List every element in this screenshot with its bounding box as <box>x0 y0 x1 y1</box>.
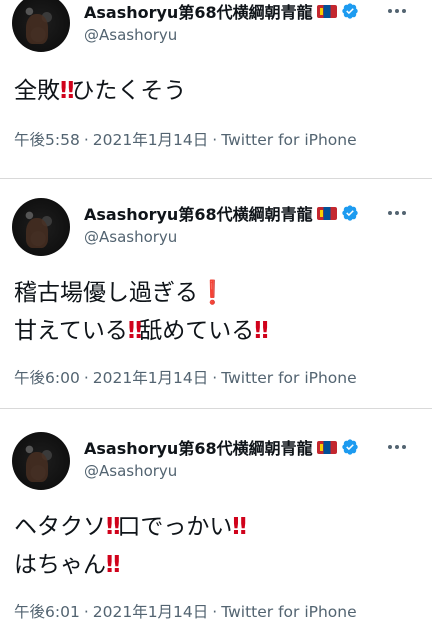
mongolia-flag-icon <box>316 206 337 220</box>
avatar[interactable] <box>12 198 70 256</box>
display-name[interactable]: Asashoryu第68代横綱朝青龍 <box>84 201 313 225</box>
handle[interactable]: @Asashoryu <box>84 26 177 44</box>
tweet-date[interactable]: 2021年1月14日 <box>93 369 209 387</box>
tweet-meta: 午後6:01 · 2021年1月14日 · Twitter for iPhone <box>14 600 357 622</box>
tweet-line: 全敗‼ひたくそう <box>14 72 186 110</box>
meta-separator: · <box>83 603 89 621</box>
tweet-3[interactable]: Asashoryu第68代横綱朝青龍 @Asashoryu ヘタクソ‼口でっかい… <box>0 420 432 621</box>
meta-separator: · <box>212 603 218 621</box>
text-segment: はちゃん <box>14 552 106 578</box>
tweet-line: 稽古場優し過ぎる❗ <box>14 274 266 312</box>
avatar[interactable] <box>12 432 70 490</box>
verified-badge-icon <box>341 439 358 455</box>
tweet-source[interactable]: Twitter for iPhone <box>221 369 356 387</box>
meta-separator: · <box>212 131 218 149</box>
tweet-line: ヘタクソ‼口でっかい‼ <box>14 508 247 546</box>
tweet-line: はちゃん‼ <box>14 546 244 584</box>
more-options-icon[interactable] <box>386 204 408 222</box>
more-options-icon[interactable] <box>386 2 408 20</box>
tweet-time[interactable]: 午後5:58 <box>14 131 80 149</box>
text-segment: ひたくそう <box>71 78 187 104</box>
tweet-meta: 午後5:58 · 2021年1月14日 · Twitter for iPhone <box>14 128 357 150</box>
meta-separator: · <box>83 369 89 387</box>
double-exclamation-icon: ‼ <box>60 78 75 104</box>
double-exclamation-icon: ‼ <box>254 318 269 344</box>
exclamation-icon: ❗ <box>198 280 227 306</box>
author-row: Asashoryu第68代横綱朝青龍 <box>84 0 359 22</box>
display-name[interactable]: Asashoryu第68代横綱朝青龍 <box>84 435 313 459</box>
mongolia-flag-icon <box>316 4 337 18</box>
tweet-text: 全敗‼ひたくそう <box>14 72 186 110</box>
text-segment: 甘えている <box>14 318 128 344</box>
tweet-meta: 午後6:00 · 2021年1月14日 · Twitter for iPhone <box>14 366 357 388</box>
verified-badge-icon <box>341 3 358 19</box>
more-options-icon[interactable] <box>386 438 408 456</box>
tweet-text: ヘタクソ‼口でっかい‼ はちゃん‼ <box>14 508 247 584</box>
tweet-line: 甘えている‼舐めている‼ <box>14 312 269 350</box>
tweet-source[interactable]: Twitter for iPhone <box>221 603 356 621</box>
tweet-date[interactable]: 2021年1月14日 <box>93 603 209 621</box>
tweet-text: 稽古場優し過ぎる❗ 甘えている‼舐めている‼ <box>14 274 269 350</box>
display-name[interactable]: Asashoryu第68代横綱朝青龍 <box>84 0 313 23</box>
double-exclamation-icon: ‼ <box>106 552 121 578</box>
text-segment: ヘタクソ <box>14 514 106 540</box>
tweet-source[interactable]: Twitter for iPhone <box>221 131 356 149</box>
double-exclamation-icon: ‼ <box>232 514 247 540</box>
tweet-time[interactable]: 午後6:01 <box>14 603 80 621</box>
double-exclamation-icon: ‼ <box>127 318 143 344</box>
author-row: Asashoryu第68代横綱朝青龍 <box>84 436 359 458</box>
meta-separator: · <box>83 131 89 149</box>
text-segment: 稽古場優し過ぎる <box>14 280 198 306</box>
tweet-1[interactable]: Asashoryu第68代横綱朝青龍 @Asashoryu 全敗‼ひたくそう 午… <box>0 0 432 168</box>
double-exclamation-icon: ‼ <box>106 514 121 540</box>
divider <box>0 178 432 179</box>
tweet-2[interactable]: Asashoryu第68代横綱朝青龍 @Asashoryu 稽古場優し過ぎる❗ … <box>0 186 432 396</box>
tweet-time[interactable]: 午後6:00 <box>14 369 80 387</box>
divider <box>0 408 432 409</box>
tweet-date[interactable]: 2021年1月14日 <box>93 131 209 149</box>
author-row: Asashoryu第68代横綱朝青龍 <box>84 202 359 224</box>
text-segment: 全敗 <box>14 78 60 104</box>
text-segment: 舐めている <box>139 318 255 344</box>
meta-separator: · <box>212 369 218 387</box>
handle[interactable]: @Asashoryu <box>84 462 177 480</box>
text-segment: 口でっかい <box>117 514 233 540</box>
mongolia-flag-icon <box>316 440 337 454</box>
avatar[interactable] <box>12 0 70 52</box>
handle[interactable]: @Asashoryu <box>84 228 177 246</box>
verified-badge-icon <box>341 205 358 221</box>
